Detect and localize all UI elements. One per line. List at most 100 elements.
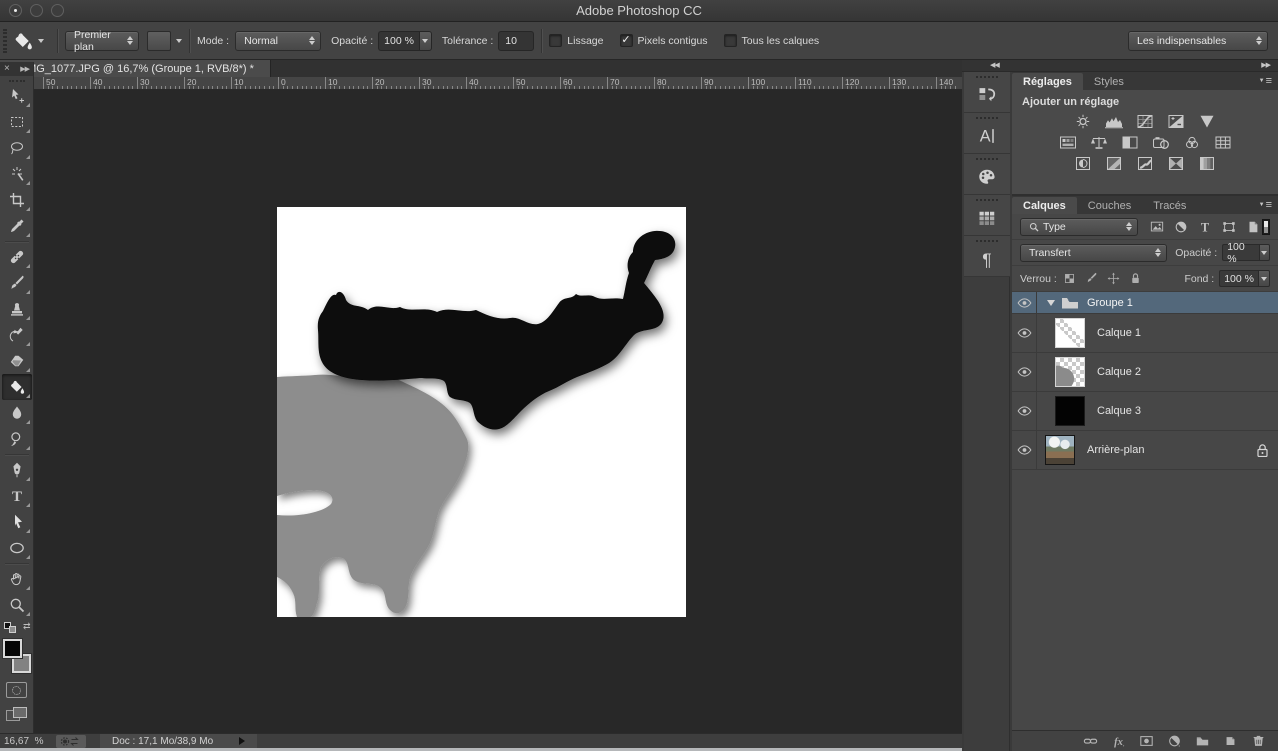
layer-row[interactable]: Arrière-plan [1012, 431, 1278, 470]
screen-mode-button[interactable] [6, 707, 27, 723]
pen-tool[interactable] [2, 457, 32, 483]
pattern-swatch[interactable] [147, 31, 171, 51]
exposure-adjustment-button[interactable] [1165, 113, 1187, 130]
invert-adjustment-button[interactable] [1072, 155, 1094, 172]
lock-pixels-button[interactable] [1085, 272, 1098, 285]
crop-tool[interactable] [2, 187, 32, 213]
layer-thumbnail[interactable] [1055, 357, 1085, 387]
eraser-tool[interactable] [2, 348, 32, 374]
fill-source-dropdown[interactable]: Premier plan [65, 31, 139, 51]
blur-tool[interactable] [2, 400, 32, 426]
selective-color-adjustment-button[interactable] [1165, 155, 1187, 172]
panel-menu-icon[interactable]: ▼≡ [1259, 199, 1272, 211]
gradient-map-adjustment-button[interactable] [1196, 155, 1218, 172]
layer-row[interactable]: Calque 1 [1012, 314, 1278, 353]
zoom-tool[interactable] [2, 592, 32, 618]
path-select-tool[interactable] [2, 509, 32, 535]
disclosure-triangle-icon[interactable] [1047, 300, 1055, 306]
healing-tool[interactable] [2, 244, 32, 270]
lock-position-button[interactable] [1107, 272, 1120, 285]
layer-visibility-toggle[interactable] [1012, 292, 1037, 313]
link-layers-button[interactable] [1083, 734, 1098, 748]
sync-settings-icon[interactable] [56, 735, 86, 748]
photo-filter-adjustment-button[interactable] [1150, 134, 1172, 151]
panel-menu-icon[interactable]: ▼≡ [1259, 75, 1272, 87]
posterize-adjustment-button[interactable] [1103, 155, 1125, 172]
black-white-adjustment-button[interactable] [1119, 134, 1141, 151]
adjustment-filter-button[interactable] [1174, 220, 1188, 234]
levels-adjustment-button[interactable] [1103, 113, 1125, 130]
picture-filter-button[interactable] [1150, 220, 1164, 234]
new-group-button[interactable] [1195, 734, 1210, 748]
canvas-area[interactable] [34, 90, 962, 733]
brush-tool[interactable] [2, 270, 32, 296]
color-balance-adjustment-button[interactable] [1088, 134, 1110, 151]
swap-colors-icon[interactable]: ⇄ [23, 622, 31, 631]
document-tab[interactable]: × IMG_1077.JPG @ 16,7% (Groupe 1, RVB/8*… [0, 60, 271, 77]
color-lookup-adjustment-button[interactable] [1212, 134, 1234, 151]
layer-opacity-dropdown-button[interactable] [1259, 244, 1270, 261]
layer-mask-button[interactable] [1139, 734, 1154, 748]
dodge-tool[interactable] [2, 426, 32, 452]
zoom-level-field[interactable]: 16,67 % [4, 736, 44, 747]
shape-ellipse-tool[interactable] [2, 535, 32, 561]
layer-thumbnail[interactable] [1055, 318, 1085, 348]
drag-grip[interactable] [9, 80, 25, 82]
history-panel-button[interactable] [964, 72, 1010, 113]
tab-styles[interactable]: Styles [1083, 73, 1135, 90]
threshold-adjustment-button[interactable] [1134, 155, 1156, 172]
vibrance-adjustment-button[interactable] [1196, 113, 1218, 130]
layer-fill-value[interactable]: 100 % [1219, 270, 1258, 287]
document-info[interactable]: Doc : 17,1 Mo/38,9 Mo [100, 734, 257, 749]
default-swap-colors[interactable]: ⇄ [3, 622, 31, 635]
lock-transparency-button[interactable] [1063, 272, 1076, 285]
workspace-dropdown[interactable]: Les indispensables [1128, 31, 1268, 51]
character-panel-button[interactable]: A [964, 113, 1010, 154]
color-panel-button[interactable] [964, 154, 1010, 195]
tool-preset-picker[interactable] [13, 31, 44, 51]
layer-visibility-toggle[interactable] [1012, 353, 1037, 391]
brightness-adjustment-button[interactable] [1072, 113, 1094, 130]
new-adjustment-button[interactable] [1167, 734, 1182, 748]
curves-adjustment-button[interactable] [1134, 113, 1156, 130]
status-menu-arrow-icon[interactable] [239, 737, 245, 745]
tools-palette-header[interactable]: × ▶▶ [0, 62, 33, 76]
foreground-color-swatch[interactable] [3, 639, 22, 658]
hand-tool[interactable] [2, 566, 32, 592]
channel-mixer-adjustment-button[interactable] [1181, 134, 1203, 151]
smart-object-filter-button[interactable] [1246, 220, 1260, 234]
filter-type-dropdown[interactable]: Type [1020, 218, 1138, 236]
opacity-dropdown-button[interactable] [419, 31, 432, 51]
layer-thumbnail[interactable] [1045, 435, 1075, 465]
close-icon[interactable]: × [4, 64, 10, 74]
tab-calques[interactable]: Calques [1012, 197, 1077, 214]
delete-layer-button[interactable] [1251, 734, 1266, 748]
tolerance-input[interactable]: 10 [498, 31, 534, 51]
tab-traces[interactable]: Tracés [1142, 197, 1197, 214]
layer-opacity-value[interactable]: 100 % [1222, 244, 1259, 261]
layer-effects-button[interactable]: fx [1111, 734, 1126, 748]
layer-row-group[interactable]: Groupe 1 [1012, 292, 1278, 314]
document-canvas[interactable] [277, 207, 686, 617]
clone-stamp-tool[interactable] [2, 296, 32, 322]
paint-bucket-tool[interactable] [2, 374, 32, 400]
lasso-tool[interactable] [2, 135, 32, 161]
layer-visibility-toggle[interactable] [1012, 314, 1037, 352]
chevron-down-icon[interactable] [176, 39, 182, 43]
blend-mode-dropdown[interactable]: Normal [235, 31, 321, 51]
new-layer-button[interactable] [1223, 734, 1238, 748]
collapse-right-icon[interactable]: ▶▶ [1261, 61, 1270, 69]
magic-wand-tool[interactable] [2, 161, 32, 187]
history-brush-tool[interactable] [2, 322, 32, 348]
opacity-value[interactable]: 100 % [378, 31, 419, 51]
quick-mask-button[interactable] [6, 682, 27, 698]
type-filter-button[interactable]: T [1198, 220, 1212, 234]
lissage-checkbox[interactable]: Lissage [549, 34, 603, 47]
expand-icon[interactable]: ▶▶ [20, 65, 29, 73]
tab-reglages[interactable]: Réglages [1012, 73, 1083, 90]
layer-row[interactable]: Calque 2 [1012, 353, 1278, 392]
eyedropper-tool[interactable] [2, 213, 32, 239]
layer-row[interactable]: Calque 3 [1012, 392, 1278, 431]
collapse-left-icon[interactable]: ◀◀ [990, 61, 999, 69]
type-tool[interactable]: T [2, 483, 32, 509]
